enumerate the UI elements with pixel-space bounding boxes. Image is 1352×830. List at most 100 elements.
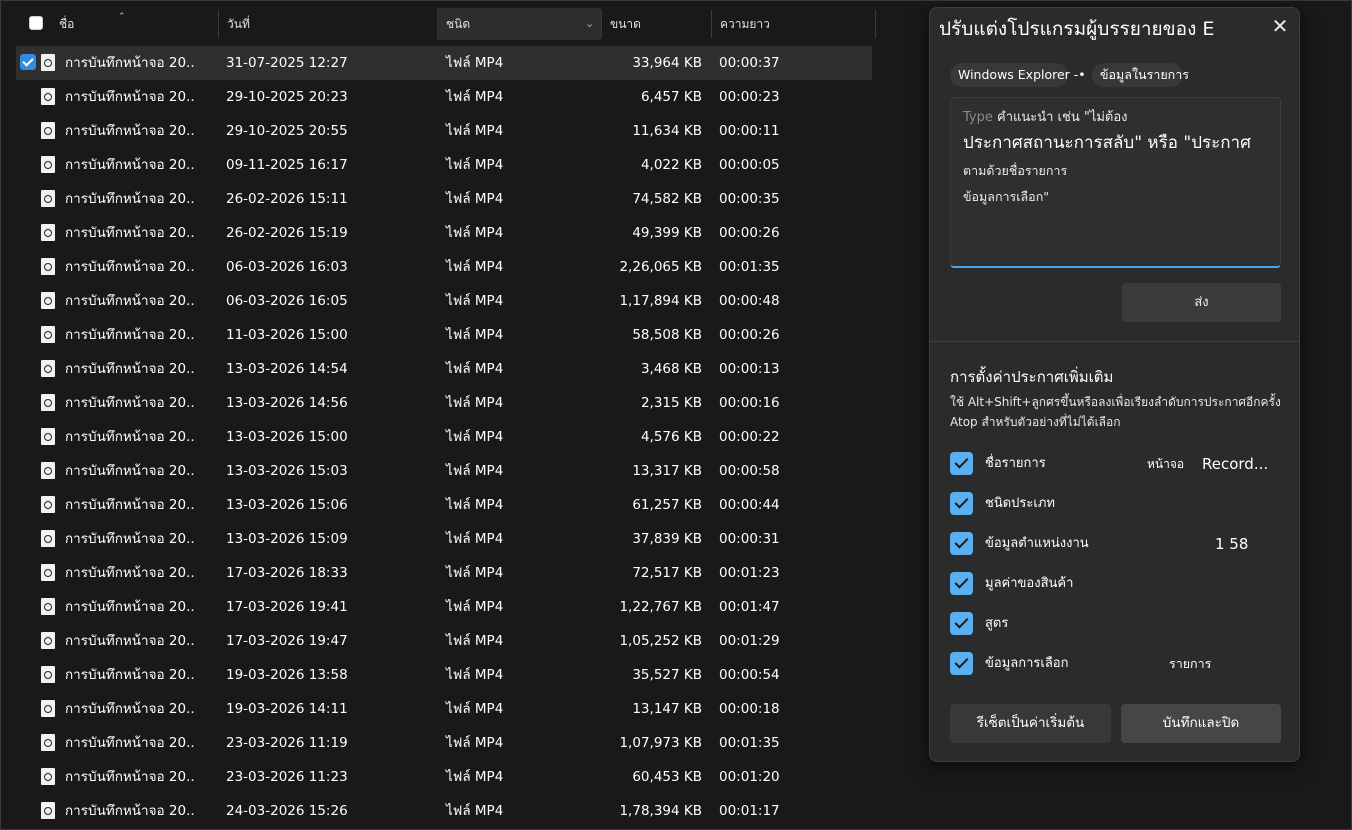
video-file-icon xyxy=(41,802,55,819)
file-length: 00:01:35 xyxy=(719,735,780,751)
file-row[interactable]: การบันทึกหน้าจอ 20... 13-03-2026 15:03 ไฟล… xyxy=(16,454,872,488)
file-row[interactable]: การบันทึกหน้าจอ 20... 17-03-2026 19:41 ไฟล… xyxy=(16,590,872,624)
option-label: ชนิดประเภท xyxy=(985,496,1055,511)
file-row[interactable]: การบันทึกหน้าจอ 20... 19-03-2026 13:58 ไฟล… xyxy=(16,658,872,692)
file-date: 13-03-2026 14:54 xyxy=(226,361,348,377)
file-date: 26-02-2026 15:11 xyxy=(226,191,348,207)
file-size: 1,22,767 KB xyxy=(619,599,702,615)
narrator-customize-dialog: ปรับแต่งโปรแกรมผู้บรรยายของ E ✕ Windows … xyxy=(929,7,1300,762)
chevron-down-icon[interactable]: ⌄ xyxy=(585,8,594,40)
column-header-length[interactable]: ความยาว xyxy=(720,8,770,40)
file-size: 58,508 KB xyxy=(632,327,702,343)
video-file-icon xyxy=(41,360,55,377)
option-item-value[interactable]: มูลค่าของสินค้า xyxy=(950,571,1280,597)
video-file-icon xyxy=(41,530,55,547)
option-item-position[interactable]: ข้อมูลตำแหน่งงาน 1 58 xyxy=(950,531,1280,557)
select-all-checkbox[interactable] xyxy=(29,16,43,30)
column-header-date[interactable]: วันที่ xyxy=(227,8,250,40)
save-close-button[interactable]: บันทึกและปิด xyxy=(1121,704,1281,743)
file-row[interactable]: การบันทึกหน้าจอ 20... 26-02-2026 15:19 ไฟล… xyxy=(16,216,872,250)
context-chip[interactable]: ข้อมูลในรายการ xyxy=(1092,63,1189,87)
file-row[interactable]: การบันทึกหน้าจอ 20... 09-11-2025 16:17 ไฟล… xyxy=(16,148,872,182)
checkbox-checked-icon[interactable] xyxy=(950,452,973,475)
file-row[interactable]: การบันทึกหน้าจอ 20... 17-03-2026 18:33 ไฟล… xyxy=(16,556,872,590)
file-length: 00:00:37 xyxy=(719,55,780,71)
column-header-size[interactable]: ขนาด xyxy=(610,8,641,40)
file-length: 00:00:16 xyxy=(719,395,780,411)
file-type: ไฟล์ MP4 xyxy=(446,395,504,411)
file-length: 00:01:23 xyxy=(719,565,780,581)
option-label: ข้อมูลการเลือก xyxy=(985,656,1069,671)
video-file-icon xyxy=(41,190,55,207)
file-row[interactable]: การบันทึกหน้าจอ 20... 06-03-2026 16:03 ไฟล… xyxy=(16,250,872,284)
file-size: 60,453 KB xyxy=(632,769,702,785)
column-divider[interactable] xyxy=(601,10,602,38)
column-header-bar: ⌃ ชื่อ วันที่ ชนิด ⌄ ขนาด ความยาว xyxy=(0,8,876,40)
file-row[interactable]: การบันทึกหน้าจอ 20... 29-10-2025 20:55 ไฟล… xyxy=(16,114,872,148)
file-type: ไฟล์ MP4 xyxy=(446,633,504,649)
file-name: การบันทึกหน้าจอ 20... xyxy=(65,157,195,173)
file-row[interactable]: การบันทึกหน้าจอ 20... 13-03-2026 15:06 ไฟล… xyxy=(16,488,872,522)
file-row[interactable]: การบันทึกหน้าจอ 20... 13-03-2026 15:09 ไฟล… xyxy=(16,522,872,556)
dialog-title: ปรับแต่งโปรแกรมผู้บรรยายของ E xyxy=(939,18,1215,40)
file-row[interactable]: การบันทึกหน้าจอ 20... 31-07-2025 12:27 ไฟล… xyxy=(16,46,872,80)
file-row[interactable]: การบันทึกหน้าจอ 20... 23-03-2026 11:23 ไฟล… xyxy=(16,760,872,794)
file-size: 13,147 KB xyxy=(632,701,702,717)
checkbox-checked-icon[interactable] xyxy=(950,572,973,595)
file-size: 4,576 KB xyxy=(640,429,702,445)
file-length: 00:00:23 xyxy=(719,89,780,105)
file-row[interactable]: การบันทึกหน้าจอ 20... 13-03-2026 14:56 ไฟล… xyxy=(16,386,872,420)
column-header-name[interactable]: ชื่อ xyxy=(59,8,74,40)
file-size: 3,468 KB xyxy=(640,361,702,377)
file-date: 06-03-2026 16:05 xyxy=(226,293,348,309)
file-name: การบันทึกหน้าจอ 20... xyxy=(65,55,195,71)
file-row[interactable]: การบันทึกหน้าจอ 20... 24-03-2026 15:26 ไฟล… xyxy=(16,794,872,828)
checkbox-checked-icon[interactable] xyxy=(950,612,973,635)
file-name: การบันทึกหน้าจอ 20... xyxy=(65,769,195,785)
column-divider[interactable] xyxy=(875,10,876,38)
video-file-icon xyxy=(41,462,55,479)
file-length: 00:01:35 xyxy=(719,259,780,275)
file-date: 24-03-2026 15:26 xyxy=(226,803,348,819)
file-date: 19-03-2026 14:11 xyxy=(226,701,348,717)
file-length: 00:01:47 xyxy=(719,599,780,615)
file-row[interactable]: การบันทึกหน้าจอ 20... 11-03-2026 15:00 ไฟล… xyxy=(16,318,872,352)
option-item-formula[interactable]: สูตร xyxy=(950,611,1280,637)
app-chip[interactable]: Windows Explorer -• xyxy=(950,63,1086,87)
file-row[interactable]: การบันทึกหน้าจอ 20... 13-03-2026 15:00 ไฟล… xyxy=(16,420,872,454)
file-type: ไฟล์ MP4 xyxy=(446,497,504,513)
file-name: การบันทึกหน้าจอ 20... xyxy=(65,429,195,445)
file-size: 37,839 KB xyxy=(632,531,702,547)
file-row[interactable]: การบันทึกหน้าจอ 20... 29-10-2025 20:23 ไฟล… xyxy=(16,80,872,114)
file-row[interactable]: การบันทึกหน้าจอ 20... 19-03-2026 14:11 ไฟล… xyxy=(16,692,872,726)
file-row[interactable]: การบันทึกหน้าจอ 20... 17-03-2026 19:47 ไฟล… xyxy=(16,624,872,658)
file-size: 2,315 KB xyxy=(640,395,702,411)
option-item-selection[interactable]: ข้อมูลการเลือก รายการ xyxy=(950,651,1280,677)
file-type: ไฟล์ MP4 xyxy=(446,701,504,717)
column-divider[interactable] xyxy=(711,10,712,38)
file-length: 00:00:13 xyxy=(719,361,780,377)
file-type: ไฟล์ MP4 xyxy=(446,55,504,71)
file-row[interactable]: การบันทึกหน้าจอ 20... 23-03-2026 11:19 ไฟล… xyxy=(16,726,872,760)
checkbox-checked-icon[interactable] xyxy=(950,652,973,675)
file-row[interactable]: การบันทึกหน้าจอ 20... 13-03-2026 14:54 ไฟล… xyxy=(16,352,872,386)
file-name: การบันทึกหน้าจอ 20... xyxy=(65,531,195,547)
instruction-textarea[interactable]: Type คำแนะนำ เช่น "ไม่ต้อง ประกาศสถานะกา… xyxy=(950,97,1281,268)
checkbox-checked-icon[interactable] xyxy=(950,492,973,515)
column-divider[interactable] xyxy=(218,10,219,38)
option-item-type[interactable]: ชนิดประเภท xyxy=(950,491,1280,517)
file-length: 00:00:18 xyxy=(719,701,780,717)
file-name: การบันทึกหน้าจอ 20... xyxy=(65,259,195,275)
send-button[interactable]: ส่ง xyxy=(1122,283,1281,322)
video-file-icon xyxy=(41,734,55,751)
reset-defaults-button[interactable]: รีเซ็ตเป็นค่าเริ่มต้น xyxy=(950,704,1111,743)
video-file-icon xyxy=(41,496,55,513)
close-icon[interactable]: ✕ xyxy=(1267,13,1293,39)
file-row[interactable]: การบันทึกหน้าจอ 20... 06-03-2026 16:05 ไฟล… xyxy=(16,284,872,318)
column-header-type[interactable]: ชนิด xyxy=(446,8,470,40)
option-item-name[interactable]: ชื่อรายการ หน้าจอ Record... xyxy=(950,451,1280,477)
row-checkbox[interactable] xyxy=(20,54,36,70)
file-row[interactable]: การบันทึกหน้าจอ 20... 26-02-2026 15:11 ไฟล… xyxy=(16,182,872,216)
video-file-icon xyxy=(41,292,55,309)
checkbox-checked-icon[interactable] xyxy=(950,532,973,555)
